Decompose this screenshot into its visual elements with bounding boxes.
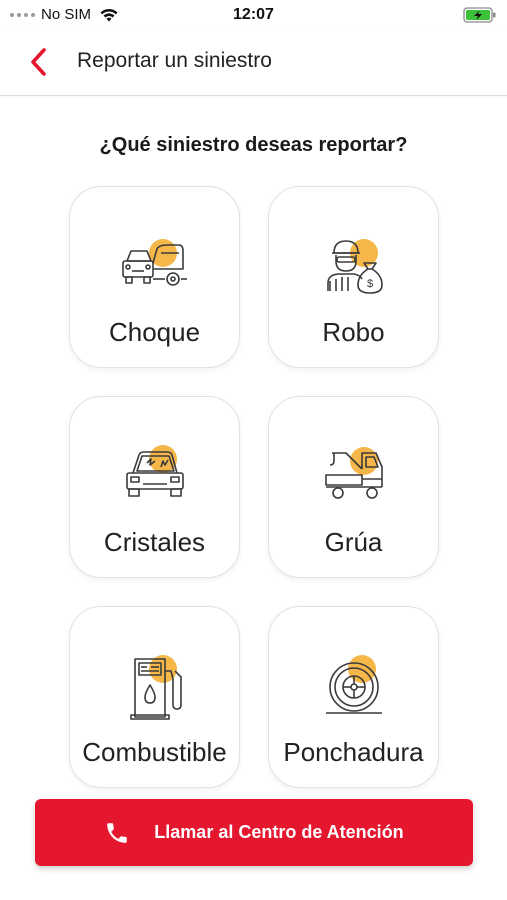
option-label: Cristales bbox=[103, 527, 206, 557]
car-crash-icon bbox=[121, 239, 187, 286]
call-center-button[interactable]: Llamar al Centro de Atención bbox=[35, 799, 473, 866]
fuel-pump-icon bbox=[129, 655, 182, 720]
app-header: Reportar un siniestro bbox=[0, 30, 507, 96]
option-ponchadura[interactable]: Ponchadura bbox=[268, 606, 439, 788]
option-grua[interactable]: Grúa bbox=[268, 396, 439, 578]
option-label: Robo bbox=[322, 317, 385, 347]
svg-text:$: $ bbox=[366, 278, 372, 290]
battery-charging-icon bbox=[463, 7, 496, 23]
thief-icon: $ bbox=[326, 239, 383, 294]
claim-options-grid: Choque $ Robo Cristales Grúa Combustible… bbox=[69, 186, 439, 788]
call-button-label: Llamar al Centro de Atención bbox=[154, 822, 404, 842]
status-bar: No SIM 12:07 bbox=[0, 0, 507, 30]
page-title: Reportar un siniestro bbox=[77, 49, 272, 72]
option-robo[interactable]: $ Robo bbox=[268, 186, 439, 368]
option-label: Choque bbox=[108, 317, 201, 347]
option-combustible[interactable]: Combustible bbox=[69, 606, 240, 788]
option-choque[interactable]: Choque bbox=[69, 186, 240, 368]
chevron-left-icon bbox=[31, 48, 46, 76]
tow-truck-icon bbox=[324, 447, 383, 499]
option-cristales[interactable]: Cristales bbox=[69, 396, 240, 578]
phone-icon bbox=[107, 822, 128, 843]
option-label: Grúa bbox=[324, 527, 383, 557]
option-label: Ponchadura bbox=[283, 737, 424, 767]
flat-tire-icon bbox=[325, 655, 382, 714]
option-label: Combustible bbox=[82, 737, 227, 767]
broken-windshield-icon bbox=[125, 445, 184, 497]
back-button[interactable] bbox=[22, 44, 56, 80]
clock: 12:07 bbox=[233, 6, 274, 23]
question-heading: ¿Qué siniestro deseas reportar? bbox=[99, 134, 408, 156]
